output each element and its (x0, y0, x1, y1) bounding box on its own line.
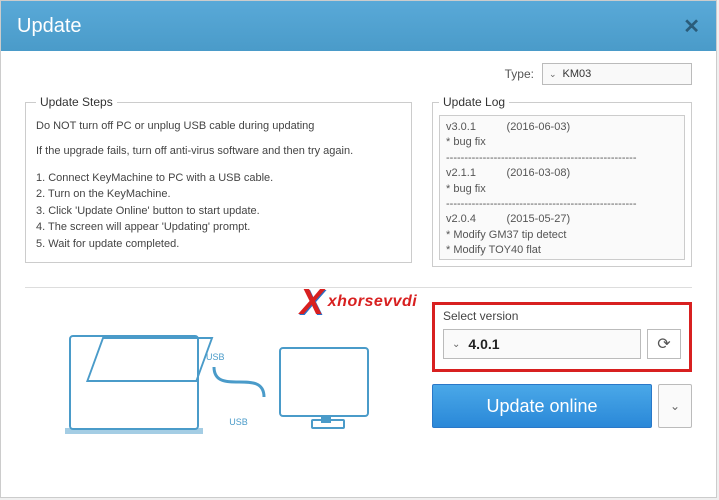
steps-fail-hint: If the upgrade fails, turn off anti-viru… (36, 144, 401, 159)
type-label: Type: (505, 67, 534, 81)
keymachine-icon: USB (69, 335, 199, 430)
step-1: 1. Connect KeyMachine to PC with a USB c… (36, 170, 401, 187)
close-icon[interactable]: ✕ (683, 14, 700, 39)
usb-label-2: USB (229, 417, 248, 427)
divider (25, 287, 692, 288)
window-title: Update (17, 15, 82, 38)
usb-cable-icon: USB (209, 357, 269, 407)
step-2: 2. Turn on the KeyMachine. (36, 186, 401, 203)
update-steps-box: Update Steps Do NOT turn off PC or unplu… (25, 95, 412, 263)
pc-monitor-icon (279, 347, 369, 417)
select-version-box: Select version ⌄ 4.0.1 ⟳ (432, 302, 692, 372)
connection-diagram: USB USB (25, 302, 412, 462)
type-value: KM03 (563, 68, 592, 80)
update-dropdown-button[interactable]: ⌄ (658, 384, 692, 428)
chevron-down-icon: ⌄ (549, 69, 557, 80)
steps-warning: Do NOT turn off PC or unplug USB cable d… (36, 119, 401, 134)
chevron-down-icon: ⌄ (670, 399, 680, 413)
update-log-legend: Update Log (439, 95, 509, 109)
step-4: 4. The screen will appear 'Updating' pro… (36, 219, 401, 236)
type-select[interactable]: ⌄ KM03 (542, 63, 692, 85)
update-online-label: Update online (486, 396, 597, 417)
refresh-icon: ⟳ (657, 334, 670, 354)
update-log-text[interactable]: v3.0.1 (2016-06-03) * bug fix ----------… (439, 115, 685, 260)
update-online-button[interactable]: Update online (432, 384, 652, 428)
version-select[interactable]: ⌄ 4.0.1 (443, 329, 641, 359)
step-3: 3. Click 'Update Online' button to start… (36, 203, 401, 220)
update-steps-legend: Update Steps (36, 95, 117, 109)
titlebar: Update ✕ (1, 1, 716, 51)
step-5: 5. Wait for update completed. (36, 236, 401, 253)
type-row: Type: ⌄ KM03 (25, 63, 692, 85)
update-log-box: Update Log v3.0.1 (2016-06-03) * bug fix… (432, 95, 692, 267)
select-version-label: Select version (443, 309, 681, 323)
refresh-button[interactable]: ⟳ (647, 329, 681, 359)
version-value: 4.0.1 (468, 336, 499, 352)
update-window: Update ✕ Type: ⌄ KM03 Update Steps Do NO… (0, 0, 717, 498)
chevron-down-icon: ⌄ (452, 339, 460, 350)
